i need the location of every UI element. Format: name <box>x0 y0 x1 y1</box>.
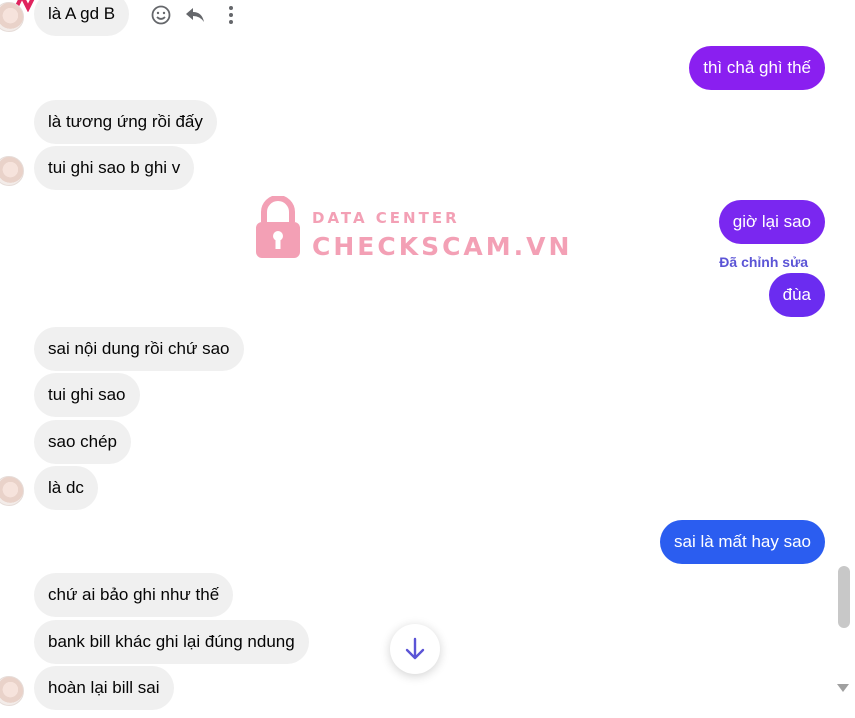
smiley-icon[interactable] <box>150 4 172 26</box>
scroll-to-bottom-button[interactable] <box>390 624 440 674</box>
reply-icon[interactable] <box>184 4 206 26</box>
message-bubble-outgoing: thì chả ghì thế <box>689 46 825 90</box>
contact-avatar <box>0 156 24 186</box>
contact-avatar <box>0 676 24 706</box>
watermark: DATA CENTER CHECKSCAM.VN <box>254 196 569 262</box>
message-bubble-incoming: là dc <box>34 466 98 510</box>
lock-icon <box>256 196 300 258</box>
contact-avatar <box>0 2 24 32</box>
message-bubble-incoming: bank bill khác ghi lại đúng ndung <box>34 620 309 664</box>
watermark-title: CHECKSCAM.VN <box>312 232 573 261</box>
message-bubble-incoming: là A gd B <box>34 0 130 36</box>
scroll-down-arrow-icon[interactable] <box>836 683 850 693</box>
watermark-subtitle: DATA CENTER <box>312 209 460 227</box>
message-bubble-outgoing: giờ lại sao <box>718 200 825 244</box>
message-bubble-incoming: chứ ai bảo ghi như thế <box>34 573 234 617</box>
message-bubble-incoming: tui ghi sao <box>34 373 140 417</box>
message-bubble-outgoing: đùa <box>768 273 825 317</box>
contact-avatar <box>0 476 24 506</box>
edited-label: Đã chỉnh sửa <box>719 254 808 270</box>
arrow-down-icon <box>405 637 425 660</box>
message-bubble-incoming: hoàn lại bill sai <box>34 666 174 710</box>
message-bubble-incoming: sao chép <box>34 420 131 464</box>
message-bubble-incoming: sai nội dung rồi chứ sao <box>34 327 244 371</box>
message-bubble-incoming: là tương ứng rồi đấy <box>34 100 217 144</box>
message-bubble-incoming: tui ghi sao b ghi v <box>34 146 195 190</box>
message-bubble-outgoing: sai là mất hay sao <box>659 520 825 564</box>
scrollbar-thumb[interactable] <box>838 566 850 628</box>
more-options-icon[interactable] <box>220 4 242 26</box>
